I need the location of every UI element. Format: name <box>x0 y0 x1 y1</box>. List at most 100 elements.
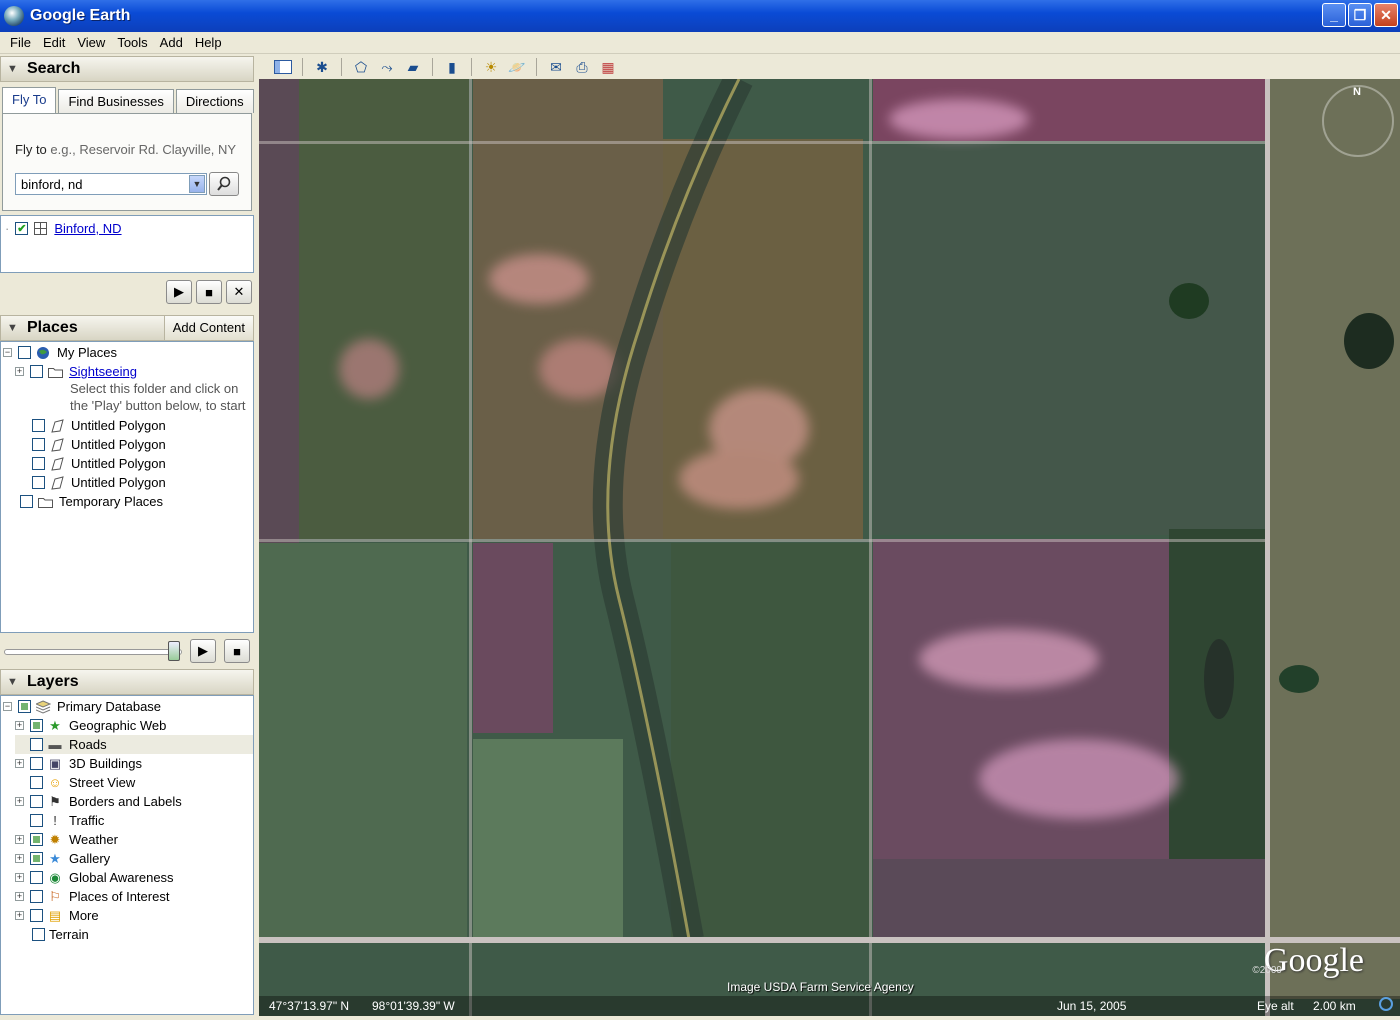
dropdown-arrow-icon[interactable]: ▼ <box>189 175 205 193</box>
tree-item-layer[interactable]: + ▤ More <box>15 906 99 925</box>
stop-tour-button[interactable]: ■ <box>196 280 222 304</box>
checkbox[interactable] <box>30 719 43 732</box>
clear-results-button[interactable]: ✕ <box>226 280 252 304</box>
tree-item-layer[interactable]: + ★ Gallery <box>15 849 110 868</box>
expand-icon[interactable]: + <box>15 835 24 844</box>
navigation-compass[interactable]: N <box>1322 85 1394 157</box>
checkbox[interactable] <box>32 419 45 432</box>
map-view[interactable]: N Google ©2009 Image USDA Farm Service A… <box>259 79 1400 1016</box>
menu-edit[interactable]: Edit <box>37 35 71 50</box>
checkbox[interactable] <box>32 476 45 489</box>
tree-label: Geographic Web <box>69 718 167 733</box>
add-polygon-icon[interactable]: ⬠ <box>348 56 374 78</box>
places-panel-header[interactable]: ▼ Places Add Content <box>0 315 254 341</box>
checkbox[interactable] <box>18 700 31 713</box>
checkbox[interactable] <box>32 438 45 451</box>
collapse-icon[interactable]: − <box>3 348 12 357</box>
collapse-triangle-icon[interactable]: ▼ <box>7 322 18 334</box>
checkbox[interactable] <box>32 457 45 470</box>
expand-icon[interactable]: + <box>15 759 24 768</box>
tree-item-polygon[interactable]: Untitled Polygon <box>32 416 166 435</box>
tree-item-layer[interactable]: + ★ Geographic Web <box>15 716 166 735</box>
tree-item-polygon[interactable]: Untitled Polygon <box>32 435 166 454</box>
expand-icon[interactable]: + <box>15 911 24 920</box>
add-placemark-icon[interactable]: ✱ <box>309 56 335 78</box>
menu-tools[interactable]: Tools <box>111 35 153 50</box>
tour-speed-slider[interactable] <box>4 649 182 655</box>
slider-handle[interactable] <box>168 641 180 661</box>
sidebar-toggle-icon[interactable] <box>270 56 296 78</box>
tree-label: Temporary Places <box>59 494 164 509</box>
checkbox[interactable] <box>30 795 43 808</box>
tree-item-terrain[interactable]: Terrain <box>32 925 89 944</box>
add-path-icon[interactable]: ⤳ <box>374 56 400 78</box>
global-awareness-icon: ◉ <box>49 869 61 885</box>
search-button[interactable] <box>209 172 239 196</box>
checkbox[interactable] <box>32 928 45 941</box>
tree-item-layer[interactable]: ☺ Street View <box>15 773 135 792</box>
expand-icon[interactable]: + <box>15 892 24 901</box>
tree-item-layer[interactable]: ! Traffic <box>15 811 104 830</box>
checkbox[interactable] <box>30 852 43 865</box>
view-in-maps-icon[interactable]: ▦ <box>595 56 621 78</box>
minimize-button[interactable]: _ <box>1322 3 1346 27</box>
tree-item-temporary-places[interactable]: Temporary Places <box>20 492 163 511</box>
menu-help[interactable]: Help <box>189 35 228 50</box>
ruler-icon[interactable]: ▮ <box>439 56 465 78</box>
checkbox[interactable] <box>30 738 43 751</box>
checkbox[interactable] <box>30 871 43 884</box>
result-checkbox[interactable]: ✔ <box>15 222 29 235</box>
tree-item-layer[interactable]: + ⚐ Places of Interest <box>15 887 169 906</box>
close-button[interactable]: ✕ <box>1374 3 1398 27</box>
collapse-triangle-icon[interactable]: ▼ <box>7 63 18 75</box>
expand-icon[interactable]: + <box>15 367 24 376</box>
tab-directions[interactable]: Directions <box>175 89 254 113</box>
email-icon[interactable]: ✉ <box>543 56 569 78</box>
checkbox[interactable] <box>30 890 43 903</box>
play-tour-button[interactable]: ▶ <box>166 280 192 304</box>
tree-item-layer[interactable]: + ▣ 3D Buildings <box>15 754 142 773</box>
search-panel-header[interactable]: ▼ Search <box>0 56 254 82</box>
checkbox[interactable] <box>30 365 43 378</box>
checkbox[interactable] <box>30 833 43 846</box>
checkbox[interactable] <box>30 776 43 789</box>
expand-icon[interactable]: + <box>15 873 24 882</box>
add-image-overlay-icon[interactable]: ▰ <box>400 56 426 78</box>
sunlight-icon[interactable]: ☀ <box>478 56 504 78</box>
tab-fly-to[interactable]: Fly To <box>2 87 57 113</box>
print-icon[interactable]: ⎙ <box>569 56 595 78</box>
checkbox[interactable] <box>30 814 43 827</box>
gallery-star-icon: ★ <box>49 850 61 866</box>
checkbox[interactable] <box>30 909 43 922</box>
tree-item-layer[interactable]: + ⚑ Borders and Labels <box>15 792 182 811</box>
tree-item-layer[interactable]: + ✹ Weather <box>15 830 118 849</box>
tab-find-businesses[interactable]: Find Businesses <box>58 89 174 113</box>
play-button[interactable]: ▶ <box>190 639 216 663</box>
layers-panel-header[interactable]: ▼ Layers <box>0 669 254 695</box>
tree-item-layer[interactable]: + ◉ Global Awareness <box>15 868 174 887</box>
menu-add[interactable]: Add <box>154 35 189 50</box>
tree-item-primary-database[interactable]: − Primary Database <box>3 697 161 716</box>
expand-icon[interactable]: + <box>15 797 24 806</box>
result-item[interactable]: · ✔ Binford, ND <box>5 219 122 238</box>
checkbox[interactable] <box>30 757 43 770</box>
tree-label[interactable]: Sightseeing <box>69 364 137 379</box>
stop-button[interactable]: ■ <box>224 639 250 663</box>
checkbox[interactable] <box>20 495 33 508</box>
add-content-button[interactable]: Add Content <box>163 316 253 340</box>
maximize-button[interactable]: ❐ <box>1348 3 1372 27</box>
collapse-icon[interactable]: − <box>3 702 12 711</box>
menu-view[interactable]: View <box>71 35 111 50</box>
tree-item-polygon[interactable]: Untitled Polygon <box>32 473 166 492</box>
collapse-triangle-icon[interactable]: ▼ <box>7 676 18 688</box>
search-input[interactable]: binford, nd ▼ <box>15 173 207 195</box>
result-link[interactable]: Binford, ND <box>54 221 121 236</box>
expand-icon[interactable]: + <box>15 854 24 863</box>
planets-icon[interactable]: 🪐 <box>504 56 530 78</box>
checkbox[interactable] <box>18 346 31 359</box>
expand-icon[interactable]: + <box>15 721 24 730</box>
menu-file[interactable]: File <box>4 35 37 50</box>
tree-item-layer[interactable]: ▬ Roads <box>15 735 253 754</box>
tree-item-polygon[interactable]: Untitled Polygon <box>32 454 166 473</box>
tree-item-my-places[interactable]: − My Places <box>3 343 117 362</box>
